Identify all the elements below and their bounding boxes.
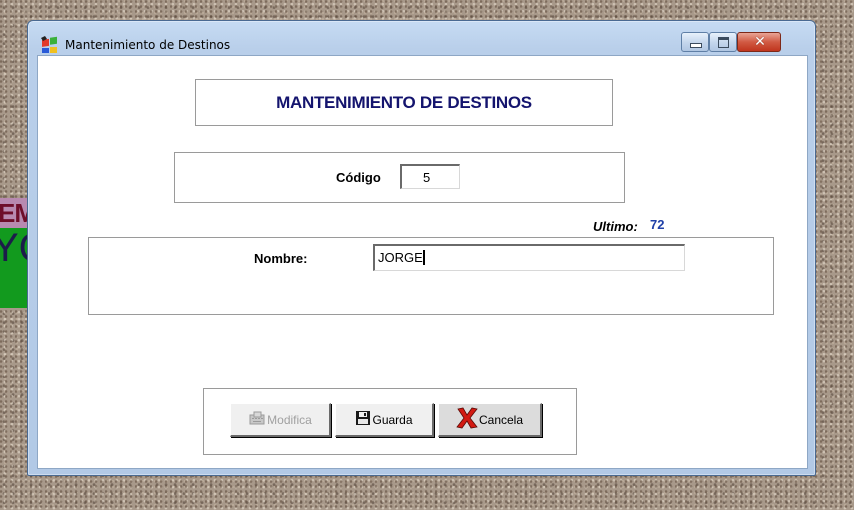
floppy-disk-icon [355, 410, 371, 429]
ultimo-value: 72 [650, 217, 665, 232]
maximize-button[interactable] [709, 32, 737, 52]
modifica-button[interactable]: Modifica [230, 403, 331, 437]
close-button[interactable]: ✕ [737, 32, 781, 52]
codigo-label: Código [336, 170, 381, 185]
title-bar[interactable]: Mantenimiento de Destinos ✕ [28, 21, 815, 55]
nombre-field[interactable]: JORGE [373, 244, 685, 271]
red-x-icon [456, 407, 478, 432]
guarda-label: Guarda [372, 412, 413, 427]
text-caret [422, 250, 425, 265]
cancela-button[interactable]: Cancela [438, 403, 542, 437]
nombre-label: Nombre: [254, 251, 308, 266]
maximize-icon [718, 37, 729, 48]
cancela-label: Cancela [478, 412, 524, 427]
nombre-panel: Nombre: JORGE [88, 237, 774, 315]
ultimo-label: Ultimo: [593, 219, 638, 234]
codigo-panel: Código 5 [174, 152, 625, 203]
dialog-window: Mantenimiento de Destinos ✕ MANTENIMIENT… [27, 20, 816, 476]
minimize-icon [690, 43, 702, 48]
minimize-button[interactable] [681, 32, 709, 52]
header-panel: MANTENIMIENTO DE DESTINOS [195, 79, 613, 126]
form-heading: MANTENIMIENTO DE DESTINOS [276, 93, 532, 112]
nombre-value: JORGE [378, 250, 423, 265]
app-icon[interactable] [41, 36, 59, 54]
close-icon: ✕ [754, 34, 766, 50]
form-client-area: MANTENIMIENTO DE DESTINOS Código 5 Ultim… [37, 55, 808, 469]
keyboard-icon [248, 411, 266, 428]
codigo-field[interactable]: 5 [400, 164, 460, 189]
modifica-label: Modifica [267, 412, 312, 427]
window-title: Mantenimiento de Destinos [65, 38, 231, 52]
buttons-panel: Modifica Guarda Cancela [203, 388, 577, 455]
guarda-button[interactable]: Guarda [335, 403, 434, 437]
